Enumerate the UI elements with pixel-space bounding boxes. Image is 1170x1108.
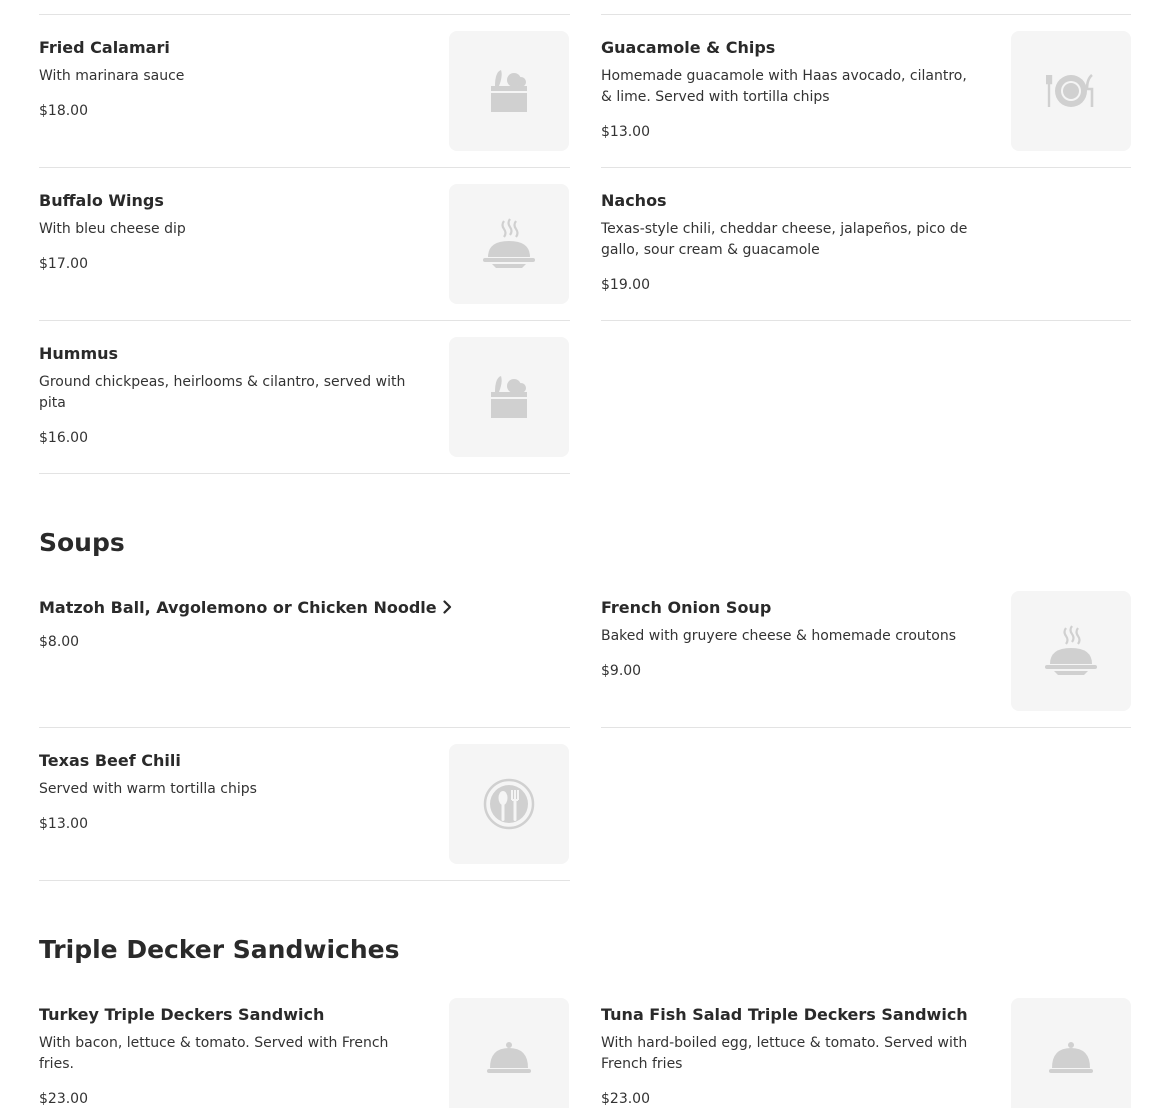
item-thumbnail (449, 337, 569, 457)
steaming-dish-icon (1045, 625, 1097, 675)
cloche-icon (1049, 1042, 1093, 1073)
item-description: Texas-style chili, cheddar cheese, jalap… (601, 221, 968, 258)
item-thumbnail (449, 744, 569, 864)
item-name: French Onion Soup (601, 598, 772, 617)
item-name: Nachos (601, 191, 667, 210)
item-description: With bacon, lettuce & tomato. Served wit… (39, 1035, 389, 1072)
divider (601, 320, 1131, 321)
item-price: $13.00 (601, 124, 650, 140)
item-name: Tuna Fish Salad Triple Deckers Sandwich (601, 1005, 968, 1024)
item-price: $13.00 (39, 816, 88, 832)
item-name-text: Matzoh Ball, Avgolemono or Chicken Noodl… (39, 598, 437, 617)
item-name: Texas Beef Chili (39, 751, 181, 770)
grocery-bag-icon (491, 376, 527, 418)
item-name: Fried Calamari (39, 38, 170, 57)
item-price: $23.00 (601, 1091, 650, 1107)
item-description: Ground chickpeas, heirlooms & cilantro, … (39, 374, 406, 411)
section-title-sandwiches: Triple Decker Sandwiches (39, 935, 400, 964)
divider (39, 320, 570, 321)
divider (39, 14, 570, 15)
divider (39, 880, 570, 881)
item-description: Baked with gruyere cheese & homemade cro… (601, 628, 957, 644)
spoon-fork-circle-icon (483, 778, 535, 830)
divider (601, 14, 1131, 15)
divider (39, 727, 570, 728)
menu-page: Fried Calamari With marinara sauce $18.0… (0, 0, 1170, 1108)
item-thumbnail (449, 31, 569, 151)
grocery-bag-icon (491, 70, 527, 112)
divider (601, 167, 1131, 168)
cloche-icon (487, 1042, 531, 1073)
item-description: With hard-boiled egg, lettuce & tomato. … (601, 1035, 968, 1072)
item-description: With bleu cheese dip (39, 221, 186, 237)
item-thumbnail (1011, 31, 1131, 151)
item-price: $18.00 (39, 103, 88, 119)
item-thumbnail (1011, 998, 1131, 1108)
item-price: $23.00 (39, 1091, 88, 1107)
item-description: Served with warm tortilla chips (39, 781, 257, 797)
item-price: $8.00 (39, 634, 80, 650)
divider (39, 473, 570, 474)
item-name: Buffalo Wings (39, 191, 164, 210)
divider (39, 167, 570, 168)
item-thumbnail (449, 184, 569, 304)
steaming-dish-icon (483, 218, 535, 268)
plate-utensils-icon (1046, 73, 1094, 107)
item-name: Matzoh Ball, Avgolemono or Chicken Noodl… (39, 598, 452, 619)
item-description: Homemade guacamole with Haas avocado, ci… (601, 68, 967, 105)
item-name: Guacamole & Chips (601, 38, 776, 57)
item-description: With marinara sauce (39, 68, 185, 84)
divider (601, 727, 1131, 728)
item-price: $9.00 (601, 663, 642, 679)
item-name: Hummus (39, 344, 119, 363)
item-price: $16.00 (39, 430, 88, 446)
item-price: $17.00 (39, 256, 88, 272)
chevron-right-icon[interactable] (443, 599, 452, 619)
item-thumbnail (1011, 591, 1131, 711)
item-thumbnail (449, 998, 569, 1108)
section-title-soups: Soups (39, 528, 125, 557)
item-name: Turkey Triple Deckers Sandwich (39, 1005, 325, 1024)
item-price: $19.00 (601, 277, 650, 293)
